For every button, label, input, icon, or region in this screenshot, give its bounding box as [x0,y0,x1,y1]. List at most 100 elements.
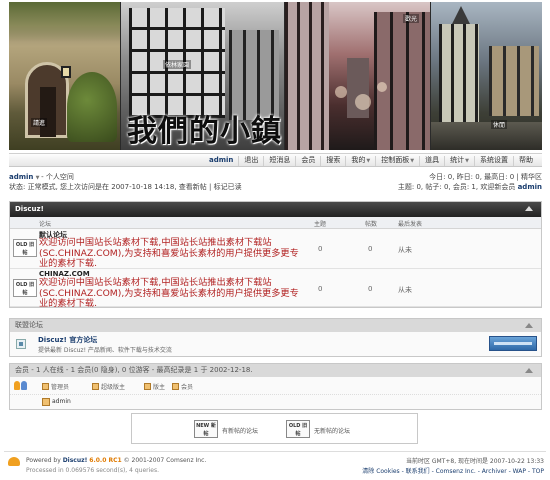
nav-username[interactable]: admin [204,156,238,166]
category-title[interactable]: Discuz! [15,205,44,213]
user-icon [42,398,50,406]
banner-light [377,82,387,92]
linked-forum-row: Discuz! 官方论坛 提供最新 Discuz! 产品新闻、软件下载与技术交流 [10,332,541,356]
banner-photo-street-night: 歡光 [285,2,430,150]
nav-control-panel-label: 控制面板 [381,156,410,164]
col-threads: 主题 [314,221,327,228]
discuz-logo-icon[interactable] [489,336,537,351]
forum-post-count: 0 [368,245,373,253]
nav-stats-label: 统计 [450,156,465,164]
chevron-down-icon: ▼ [35,175,42,181]
new-posts-label: 有新帖的论坛 [222,428,259,435]
linked-forums-title: 联盟论坛 [15,321,43,329]
chevron-down-icon: ▼ [366,158,371,164]
legend-member-label: 会员 [181,384,194,391]
new-posts-icon: NEW 新帖 [194,420,218,438]
banner-light [335,86,347,98]
home-icon [16,339,26,349]
nav-tools[interactable]: 道具 [419,156,444,166]
banner-house-far [489,46,539,116]
chevron-down-icon: ▼ [465,158,469,164]
banner-vine-decoration [9,2,120,42]
user-name-link[interactable]: admin [9,173,33,181]
col-lastpost: 最后发表 [398,221,423,228]
powered-prefix: Powered by [26,457,61,464]
online-users-icon [14,380,28,390]
forum-thread-count: 0 [318,285,323,293]
nav-members[interactable]: 会员 [295,156,320,166]
online-legend-row: 管理员 超级版主 版主 会员 [10,377,541,395]
forum-row: OLD 旧帖 CHINAZ.COM 欢迎访问中国站长站素材下载,中国站长站推出素… [10,269,541,310]
banner-tag-enter: 請進 [31,118,48,127]
banner-tag-view: 歡光 [403,14,420,23]
nav-help[interactable]: 帮助 [513,156,538,166]
today-stats: 今日: 0, 昨日: 0, 最高日: 0 | 精华区 [429,173,542,181]
processed-info: Processed in 0.069576 second(s), 4 queri… [26,467,159,474]
nav-stats[interactable]: 统计▼ [444,156,474,166]
newest-member-link[interactable]: admin [518,183,542,191]
collapse-icon[interactable] [525,206,533,211]
collapse-icon[interactable] [525,368,533,373]
linked-forum-desc: 提供最新 Discuz! 产品新闻、软件下载与技术交流 [38,347,172,354]
footer-links: 清除 Cookies - 联系我们 - Comsenz Inc. - Archi… [362,466,544,475]
online-user-row: admin [10,395,541,409]
nav-messages[interactable]: 短消息 [263,156,295,166]
collapse-icon[interactable] [525,323,533,328]
forum-category-box: Discuz! 论坛 主题 帖数 最后发表 OLD 旧帖 默认论坛 欢迎访问中国… [9,201,542,310]
footer: Powered by Discuz! 6.0.0 RC1 © 2001-2007… [4,451,546,479]
legend-super-mod: 超级版主 [92,382,125,391]
banner-church [439,24,479,124]
banner-plant [67,72,117,142]
forum-last-post: 从未 [398,246,412,254]
nav-search[interactable]: 搜索 [320,156,345,166]
forum-description: 欢迎访问中国站长站素材下载,中国站长站推出素材下载站(SC.CHINAZ.COM… [39,237,299,270]
nav-logout[interactable]: 退出 [238,156,263,166]
personal-space-link[interactable]: 个人空间 [46,173,74,181]
copyright: © 2001-2007 Comsenz Inc. [123,457,207,464]
user-line: admin ▼ - 个人空间 [9,173,74,181]
col-posts: 帖数 [365,221,378,228]
banner-tag-leisure: 休閒 [491,120,508,129]
forum-post-count: 0 [368,285,373,293]
nav-system-settings[interactable]: 系统设置 [474,156,513,166]
online-summary: 会员 - 1 人在线 - 1 会员(0 隐身), 0 位游客 - 最高纪录是 1… [15,366,253,374]
forum-stats-text: 主题: 0, 帖子: 0, 会员: 1, 欢迎新会员 [397,183,516,191]
product-link[interactable]: Discuz! [63,457,88,464]
online-user-link[interactable]: admin [52,398,71,405]
forum-last-post: 从未 [398,286,412,294]
legend-admin: 管理员 [42,382,69,391]
banner-house-left [285,2,329,150]
footer-links-text[interactable]: 清除 Cookies - 联系我们 - Comsenz Inc. - Archi… [362,468,544,475]
nav-my-label: 我的 [351,156,366,164]
forum-row: OLD 旧帖 默认论坛 欢迎访问中国站长站素材下载,中国站长站推出素材下载站(S… [10,229,541,269]
user-info-bar: admin ▼ - 个人空间 状态: 正常模式, 您上次访问是在 2007-10… [9,170,542,196]
col-forum: 论坛 [39,221,52,228]
legend-super-mod-label: 超级版主 [101,384,126,391]
banner-tag-sign: 依林家園 [163,60,192,69]
banner-church-spire [451,6,471,26]
banner-photo-church: 休閒 [431,2,542,150]
legend-admin-label: 管理员 [51,384,70,391]
old-posts-icon: OLD 旧帖 [13,239,37,257]
online-header: 会员 - 1 人在线 - 1 会员(0 隐身), 0 位游客 - 最高纪录是 1… [10,364,541,377]
forum-thread-count: 0 [318,245,323,253]
timezone-info: 当前时区 GMT+8, 现在时间是 2007-10-22 13:33 [405,458,544,465]
category-header: Discuz! [10,202,541,217]
forum-stats: 主题: 0, 帖子: 0, 会员: 1, 欢迎新会员 admin [398,182,542,192]
banner-light [355,94,371,110]
nav-control-panel[interactable]: 控制面板▼ [375,156,419,166]
linked-forums-box: 联盟论坛 Discuz! 官方论坛 提供最新 Discuz! 产品新闻、软件下载… [9,318,542,357]
banner-street [431,122,542,150]
forum-description: 欢迎访问中国站长站素材下载,中国站长站推出素材下载站(SC.CHINAZ.COM… [39,277,299,310]
linked-forum-name[interactable]: Discuz! 官方论坛 [38,335,97,345]
legend-member: 会员 [172,382,193,391]
user-status-text: 状态: 正常模式, 您上次访问是在 2007-10-18 14:18, 查看新帖… [9,183,242,191]
online-members-box: 会员 - 1 人在线 - 1 会员(0 隐身), 0 位游客 - 最高纪录是 1… [9,363,542,410]
discuz-logo-icon [8,457,20,466]
legend-mod: 版主 [144,382,165,391]
nav-my[interactable]: 我的▼ [345,156,375,166]
banner-title: 我們的小鎮 [127,114,282,149]
banner-house-right [374,12,430,150]
old-posts-label: 无新帖的论坛 [314,428,351,435]
banner-lantern [61,66,71,78]
